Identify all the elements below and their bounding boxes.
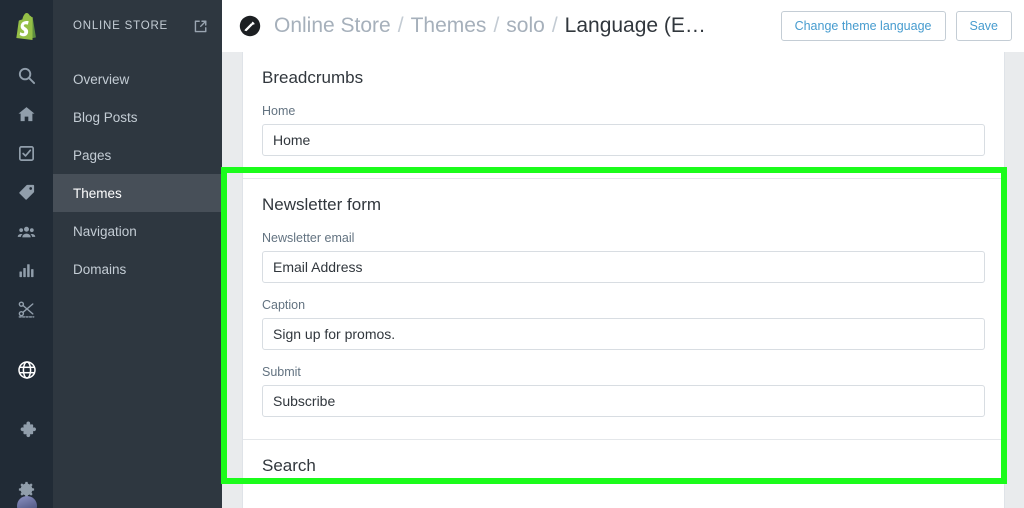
home-icon[interactable] — [0, 95, 53, 134]
products-icon[interactable] — [0, 173, 53, 212]
app-root: ONLINE STORE Overview Blog Posts Pages T… — [0, 0, 1024, 508]
subnav-title: ONLINE STORE — [73, 20, 169, 32]
breadcrumb: Online Store / Themes / solo / Language … — [274, 14, 781, 38]
breadcrumb-language: Language (E… — [564, 14, 706, 37]
online-store-subnav: ONLINE STORE Overview Blog Posts Pages T… — [53, 0, 222, 508]
top-bar: Online Store / Themes / solo / Language … — [222, 0, 1024, 52]
top-bar-actions: Change theme language Save — [780, 10, 1012, 42]
field-label-home: Home — [262, 104, 296, 118]
page-canvas: Breadcrumbs Home Newsletter form Newslet… — [222, 52, 1024, 508]
section-search: Search — [243, 439, 1004, 508]
sidebar-item-pages[interactable]: Pages — [53, 136, 222, 174]
subnav-header: ONLINE STORE — [53, 0, 222, 52]
rail-icon-list — [0, 56, 53, 508]
field-newsletter-email: Newsletter email — [262, 231, 985, 283]
save-button[interactable]: Save — [955, 10, 1012, 42]
field-label-caption: Caption — [262, 298, 306, 312]
search-icon[interactable] — [0, 56, 53, 95]
theme-editor-icon[interactable] — [238, 14, 262, 38]
field-label-submit: Submit — [262, 365, 301, 379]
field-label-newsletter-email: Newsletter email — [262, 231, 355, 245]
orders-icon[interactable] — [0, 134, 53, 173]
breadcrumb-separator: / — [551, 14, 558, 37]
sidebar-item-blog-posts[interactable]: Blog Posts — [53, 98, 222, 136]
newsletter-email-input[interactable] — [262, 251, 985, 283]
sidebar-item-domains[interactable]: Domains — [53, 250, 222, 288]
section-breadcrumbs: Breadcrumbs Home — [243, 52, 1004, 178]
sidebar-item-navigation[interactable]: Navigation — [53, 212, 222, 250]
section-title-search: Search — [262, 456, 316, 475]
external-link-icon[interactable] — [193, 19, 208, 34]
analytics-icon[interactable] — [0, 251, 53, 290]
field-caption: Caption — [262, 298, 985, 350]
change-theme-language-button[interactable]: Change theme language — [780, 10, 946, 42]
breadcrumb-themes[interactable]: Themes — [411, 14, 487, 38]
subnav-item-list: Overview Blog Posts Pages Themes Navigat… — [53, 52, 222, 288]
sidebar-item-overview[interactable]: Overview — [53, 60, 222, 98]
home-input[interactable] — [262, 124, 985, 156]
section-title-newsletter-form: Newsletter form — [262, 195, 382, 214]
caption-input[interactable] — [262, 318, 985, 350]
breadcrumb-solo[interactable]: solo — [506, 14, 545, 38]
field-home: Home — [262, 104, 985, 156]
sidebar-item-themes[interactable]: Themes — [53, 174, 222, 212]
submit-input[interactable] — [262, 385, 985, 417]
breadcrumb-separator: / — [493, 14, 500, 37]
section-title-breadcrumbs: Breadcrumbs — [262, 68, 364, 87]
primary-icon-rail — [0, 0, 53, 508]
field-submit: Submit — [262, 365, 985, 417]
shopify-logo[interactable] — [0, 0, 53, 52]
discounts-icon[interactable] — [0, 290, 53, 329]
section-newsletter-form: Newsletter form Newsletter email Caption… — [243, 178, 1004, 439]
breadcrumb-separator: / — [397, 14, 404, 37]
language-settings-card: Breadcrumbs Home Newsletter form Newslet… — [242, 52, 1005, 508]
apps-icon[interactable] — [0, 410, 53, 449]
breadcrumb-online-store[interactable]: Online Store — [274, 14, 391, 38]
customers-icon[interactable] — [0, 212, 53, 251]
online-store-icon[interactable] — [0, 350, 53, 389]
